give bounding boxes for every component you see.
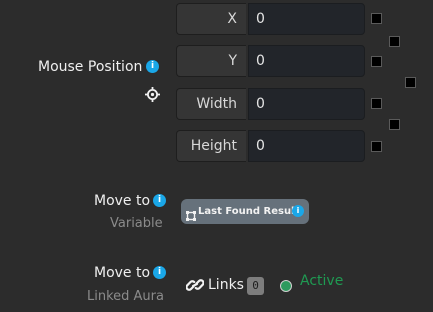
active-status-dot (280, 280, 292, 292)
mouse-position-label: Mouse Position (38, 59, 143, 75)
width-input[interactable]: 0 (248, 88, 365, 120)
handle-square[interactable] (405, 77, 416, 88)
last-found-result-chip[interactable]: Last Found Result i (181, 199, 309, 224)
height-label: Height (176, 130, 246, 162)
info-icon[interactable]: i (153, 194, 166, 207)
info-icon[interactable]: i (146, 60, 159, 73)
handle-square[interactable] (371, 56, 382, 67)
x-input[interactable]: 0 (248, 3, 365, 35)
links-count-badge: 0 (247, 277, 264, 295)
links-label[interactable]: Links (208, 277, 244, 293)
height-input[interactable]: 0 (248, 130, 365, 162)
handle-square[interactable] (371, 98, 382, 109)
handle-square[interactable] (389, 36, 400, 47)
y-label: Y (176, 45, 246, 77)
active-status-label: Active (300, 273, 344, 289)
x-label: X (176, 3, 246, 35)
move-to-aura-sublabel: Linked Aura (87, 289, 164, 304)
move-to-variable-label: Move to (94, 193, 151, 209)
move-to-aura-label: Move to (94, 265, 151, 281)
info-icon[interactable]: i (153, 266, 166, 279)
link-icon[interactable] (185, 277, 205, 293)
handle-square[interactable] (371, 13, 382, 24)
handle-square[interactable] (389, 119, 400, 130)
width-label: Width (176, 88, 246, 120)
y-input[interactable]: 0 (248, 45, 365, 77)
handle-square[interactable] (371, 141, 382, 152)
info-icon[interactable]: i (292, 205, 304, 217)
move-to-variable-sublabel: Variable (110, 216, 163, 231)
crosshair-icon[interactable] (145, 87, 160, 102)
crop-icon (186, 206, 196, 221)
last-found-result-text: Last Found Result (198, 206, 300, 217)
